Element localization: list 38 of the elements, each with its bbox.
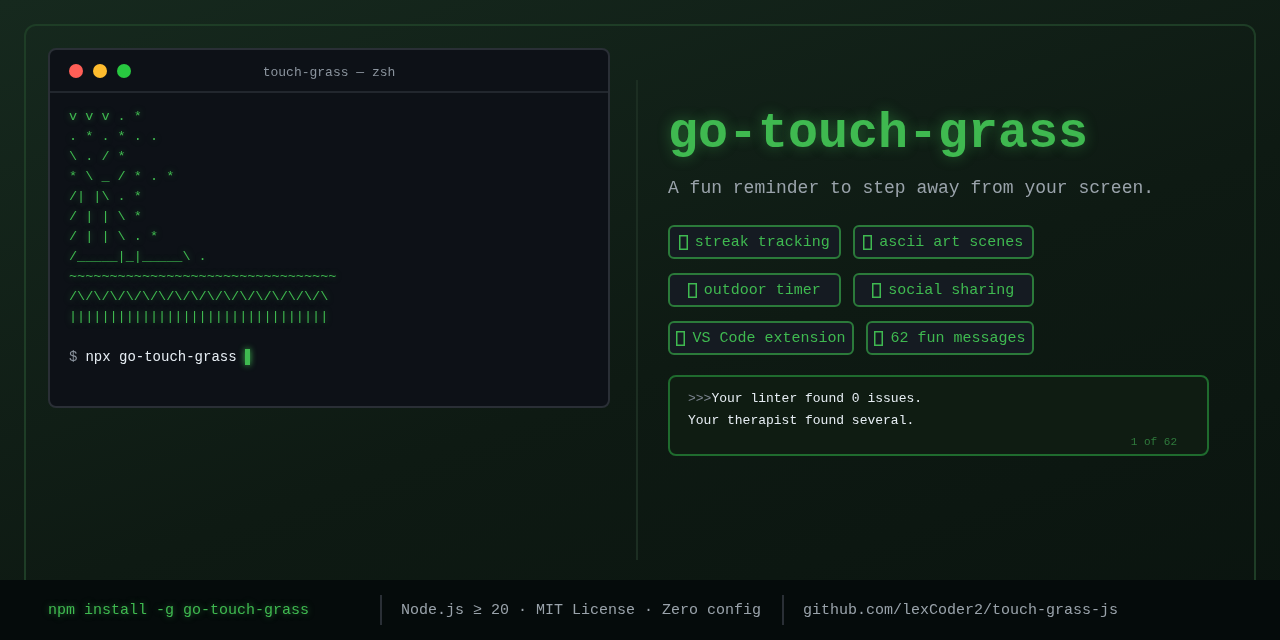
feature-tag: streak tracking xyxy=(668,225,841,259)
placeholder-glyph-icon xyxy=(678,234,688,250)
message-line: >>>Your linter found 0 issues. xyxy=(688,390,924,408)
project-info: Node.js ≥ 20 · MIT License · Zero config xyxy=(401,601,763,619)
ascii-art-line: /\/\/\/\/\/\/\/\/\/\/\/\/\/\/\/\ xyxy=(69,288,330,306)
ascii-art-line: * \ _ / * . * xyxy=(69,168,176,186)
ascii-art-line: v v v . * xyxy=(69,108,143,126)
feature-tag: ascii art scenes xyxy=(852,225,1034,259)
window-title: touch-grass — zsh xyxy=(262,65,396,80)
feature-tag: VS Code extension xyxy=(668,321,854,355)
app-title: go-touch-grass xyxy=(668,104,1090,164)
message-line: Your therapist found several. xyxy=(688,412,916,430)
command-text: npx go-touch-grass xyxy=(85,348,237,367)
ascii-art-line: ~~~~~~~~~~~~~~~~~~~~~~~~~~~~~~~~~ xyxy=(69,268,338,286)
feature-tag: 62 fun messages xyxy=(866,321,1034,355)
message-counter: 1 of 62 xyxy=(1130,436,1177,448)
install-command: npm install -g go-touch-grass xyxy=(48,601,311,619)
ascii-art-line: /| |\ . * xyxy=(69,188,143,206)
repo-link[interactable]: github.com/lexCoder2/touch-grass-js xyxy=(803,601,1119,619)
text-cursor xyxy=(244,349,250,365)
placeholder-glyph-icon xyxy=(874,330,884,346)
placeholder-glyph-icon xyxy=(863,234,873,250)
ascii-art-line: . * . * . . xyxy=(69,128,160,146)
maximize-icon[interactable] xyxy=(117,63,131,78)
ascii-art-line: /_____|_|_____\ . xyxy=(69,248,208,266)
subtitle: A fun reminder to step away from your screen. xyxy=(668,178,1156,198)
placeholder-glyph-icon xyxy=(872,282,882,298)
feature-tag: outdoor timer xyxy=(668,273,841,307)
feature-tag: social sharing xyxy=(852,273,1034,307)
ascii-art-line: / | | \ . * xyxy=(69,228,160,246)
minimize-icon[interactable] xyxy=(93,63,107,78)
prompt-symbol: $ xyxy=(69,348,78,367)
ascii-art-line: |||||||||||||||||||||||||||||||| xyxy=(69,308,330,326)
placeholder-glyph-icon xyxy=(676,330,686,346)
placeholder-glyph-icon xyxy=(687,282,697,298)
ascii-art-line: \ . / * xyxy=(69,148,127,166)
ascii-art-line: / | | \ * xyxy=(69,208,143,226)
close-icon[interactable] xyxy=(69,63,83,78)
